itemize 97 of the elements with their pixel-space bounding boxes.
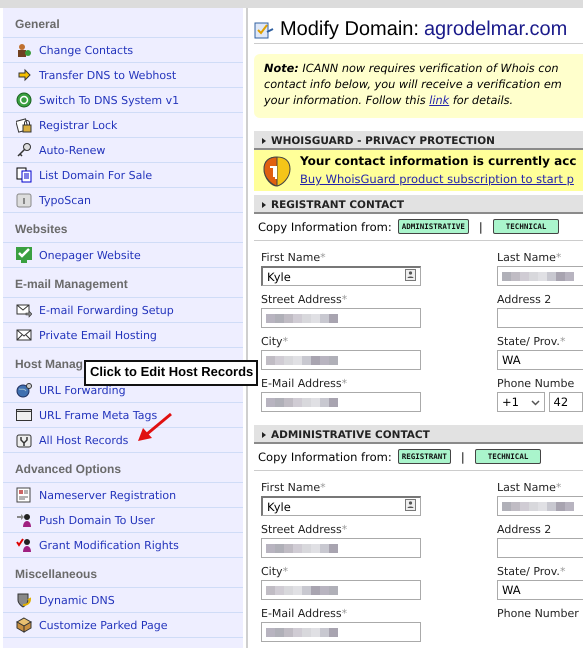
sidebar-link[interactable]: URL Frame Meta Tags: [3, 403, 243, 428]
section-header[interactable]: WHOISGUARD - PRIVACY PROTECTION: [254, 131, 583, 150]
blurred-value: [266, 356, 338, 364]
section-heading: General: [3, 8, 243, 38]
sidebar-link[interactable]: Nameserver Registration: [3, 483, 243, 508]
blurred-value: [266, 628, 338, 636]
contact-card-icon: [405, 269, 416, 284]
copy-label: Copy Information from:: [258, 220, 392, 234]
blurred-value: [502, 502, 574, 510]
globe-icon: [16, 382, 32, 398]
text-field[interactable]: [261, 580, 421, 600]
field-label: City*: [261, 335, 290, 348]
field-label: Street Address*: [261, 293, 348, 306]
helmet-shield-icon: [262, 154, 292, 186]
sidebar-link[interactable]: Transfer DNS to Webhost: [3, 63, 243, 88]
country-code-select[interactable]: +1: [497, 392, 545, 412]
blurred-value: [266, 398, 338, 406]
blurred-value: [502, 272, 574, 280]
shield-arrow-icon: [16, 592, 32, 608]
notice-text: your information. Follow this link for details.: [264, 93, 514, 109]
text-field[interactable]: [261, 392, 421, 412]
field-label: Phone Number: [497, 607, 580, 620]
sidebar-link[interactable]: Onepager Website: [3, 243, 243, 268]
text-field[interactable]: [497, 308, 583, 328]
sidebar-link[interactable]: Grant Modification Rights: [3, 533, 243, 558]
key-cap-icon: [16, 192, 32, 208]
section-heading: Miscellaneous: [3, 558, 243, 588]
sidebar-link[interactable]: Auto-Renew: [3, 138, 243, 163]
arrow-right-icon: [16, 67, 32, 83]
text-field[interactable]: WA: [497, 580, 583, 600]
contact-card-icon: [405, 499, 416, 514]
text-field[interactable]: [261, 308, 421, 328]
privacy-message: Your contact information is currently acc: [300, 154, 576, 168]
sidebar-link[interactable]: Registrar Lock: [3, 113, 243, 138]
field-label: State/ Prov.*: [497, 565, 566, 578]
hint-tooltip: Click to Edit Host Records: [84, 360, 258, 386]
field-label: First Name*: [261, 481, 327, 494]
key-icon: [16, 142, 32, 158]
section-heading: E-mail Management: [3, 268, 243, 298]
sidebar-link[interactable]: Push Domain To User: [3, 508, 243, 533]
field-label: City*: [261, 565, 290, 578]
notice-text: contact info below, you will receive a verification em: [264, 77, 563, 93]
sidebar-link[interactable]: Change Contacts: [3, 38, 243, 63]
monitor-check-icon: [16, 247, 32, 263]
padlock-icon: [16, 117, 32, 133]
person-arrow-icon: [16, 512, 32, 528]
text-field[interactable]: Kyle: [261, 266, 421, 286]
text-field[interactable]: [497, 496, 583, 516]
text-field[interactable]: [497, 266, 583, 286]
person-check-icon: [16, 537, 32, 553]
blurred-value: [266, 586, 338, 594]
field-label: Address 2: [497, 293, 552, 306]
field-label: E-Mail Address*: [261, 607, 348, 620]
section-heading: Advanced Options: [3, 453, 243, 483]
sidebar-link[interactable]: Switch To DNS System v1: [3, 88, 243, 113]
text-field[interactable]: [261, 538, 421, 558]
details-link[interactable]: link: [429, 94, 450, 107]
sidebar-link[interactable]: Private Email Hosting: [3, 323, 243, 348]
text-field[interactable]: [497, 538, 583, 558]
copy-label: Copy Information from:: [258, 450, 392, 464]
document-icon: [16, 167, 32, 183]
text-field[interactable]: [261, 622, 421, 642]
envelope-arrow-icon: [16, 302, 32, 318]
separator-text: |: [460, 450, 465, 464]
field-label: First Name*: [261, 251, 327, 264]
sidebar-link[interactable]: E-mail Forwarding Setup: [3, 298, 243, 323]
field-label: Address 2: [497, 523, 552, 536]
blurred-value: [266, 544, 338, 552]
text-field[interactable]: Kyle: [261, 496, 421, 516]
envelope-icon: [16, 327, 32, 343]
page-title: Modify Domain:: [280, 18, 419, 41]
box-icon: [16, 617, 32, 633]
sidebar-link[interactable]: Dynamic DNS: [3, 588, 243, 613]
phone-field[interactable]: 42: [548, 392, 583, 412]
sidebar-link[interactable]: Customize Parked Page: [3, 613, 243, 638]
field-label: E-Mail Address*: [261, 377, 348, 390]
field-label: Last Name*: [497, 251, 562, 264]
separator-text: |: [478, 220, 483, 234]
subscription-link[interactable]: Buy WhoisGuard product subscription to start p: [300, 172, 574, 186]
sidebar-link[interactable]: List Domain For Sale: [3, 163, 243, 188]
sidebar-link[interactable]: TypoScan: [3, 188, 243, 213]
section-header[interactable]: REGISTRANT CONTACT: [254, 195, 583, 214]
edit-form-icon: [254, 20, 274, 40]
section-heading: Websites: [3, 213, 243, 243]
section-header[interactable]: ADMINISTRATIVE CONTACT: [254, 425, 583, 444]
window-icon: [16, 407, 32, 423]
notice-text: Note: ICANN now requires verification of Whois con: [264, 61, 560, 77]
domain-name: agrodelmar.com: [424, 18, 568, 41]
field-label: State/ Prov.*: [497, 335, 566, 348]
people-icon: [16, 42, 32, 58]
field-label: Last Name*: [497, 481, 562, 494]
text-field[interactable]: [261, 350, 421, 370]
text-field[interactable]: WA: [497, 350, 583, 370]
blurred-value: [266, 314, 338, 322]
field-label: Street Address*: [261, 523, 348, 536]
field-label: Phone Numbe: [497, 377, 576, 390]
id-card-icon: [16, 487, 32, 503]
